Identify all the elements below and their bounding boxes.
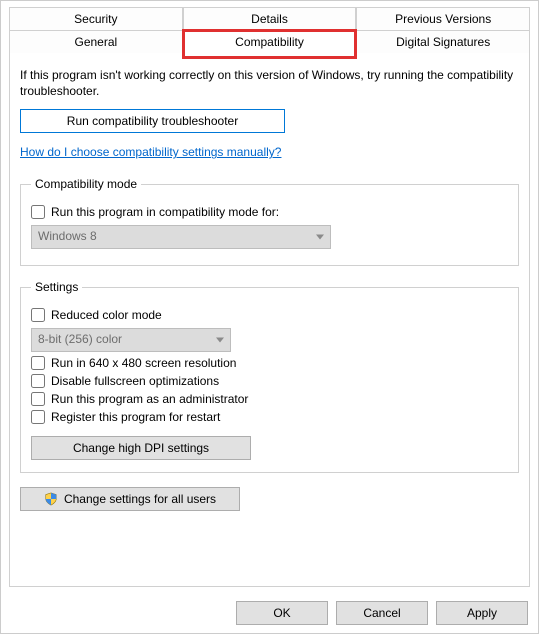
tab-general[interactable]: General	[9, 30, 183, 53]
compat-legend: Compatibility mode	[31, 177, 141, 191]
compat-os-value: Windows 8	[38, 229, 97, 243]
compatibility-mode-group: Compatibility mode Run this program in c…	[20, 177, 519, 266]
reduced-color-label: Reduced color mode	[51, 308, 162, 322]
cancel-button[interactable]: Cancel	[336, 601, 428, 625]
ok-button[interactable]: OK	[236, 601, 328, 625]
compatibility-panel: If this program isn't working correctly …	[9, 53, 530, 587]
run-640-checkbox[interactable]	[31, 356, 45, 370]
manual-settings-link[interactable]: How do I choose compatibility settings m…	[20, 145, 281, 159]
compat-mode-checkbox-row[interactable]: Run this program in compatibility mode f…	[31, 205, 508, 219]
tab-previous-versions[interactable]: Previous Versions	[356, 7, 530, 30]
run-troubleshooter-button[interactable]: Run compatibility troubleshooter	[20, 109, 285, 133]
disable-fullscreen-row[interactable]: Disable fullscreen optimizations	[31, 374, 508, 388]
run-admin-checkbox[interactable]	[31, 392, 45, 406]
reduced-color-row[interactable]: Reduced color mode	[31, 308, 508, 322]
dialog-footer: OK Cancel Apply	[11, 601, 528, 625]
register-restart-row[interactable]: Register this program for restart	[31, 410, 508, 424]
run-admin-label: Run this program as an administrator	[51, 392, 248, 406]
compat-mode-checkbox[interactable]	[31, 205, 45, 219]
disable-fullscreen-label: Disable fullscreen optimizations	[51, 374, 219, 388]
tab-compatibility[interactable]: Compatibility	[183, 30, 357, 53]
settings-legend: Settings	[31, 280, 82, 294]
shield-icon	[44, 492, 58, 506]
tab-strip: Security Details Previous Versions Gener…	[9, 7, 530, 53]
tab-details[interactable]: Details	[183, 7, 357, 30]
change-all-users-button[interactable]: Change settings for all users	[20, 487, 240, 511]
compat-os-select: Windows 8	[31, 225, 331, 249]
settings-group: Settings Reduced color mode 8-bit (256) …	[20, 280, 519, 473]
change-all-users-label: Change settings for all users	[64, 492, 216, 506]
change-dpi-button[interactable]: Change high DPI settings	[31, 436, 251, 460]
run-640-row[interactable]: Run in 640 x 480 screen resolution	[31, 356, 508, 370]
disable-fullscreen-checkbox[interactable]	[31, 374, 45, 388]
tab-label: Compatibility	[235, 35, 304, 49]
properties-dialog: Security Details Previous Versions Gener…	[0, 0, 539, 634]
run-admin-row[interactable]: Run this program as an administrator	[31, 392, 508, 406]
tab-security[interactable]: Security	[9, 7, 183, 30]
intro-text: If this program isn't working correctly …	[20, 67, 519, 99]
color-depth-value: 8-bit (256) color	[38, 332, 122, 346]
color-depth-select: 8-bit (256) color	[31, 328, 231, 352]
chevron-down-icon	[316, 235, 324, 240]
apply-button[interactable]: Apply	[436, 601, 528, 625]
run-640-label: Run in 640 x 480 screen resolution	[51, 356, 236, 370]
compat-mode-label: Run this program in compatibility mode f…	[51, 205, 279, 219]
reduced-color-checkbox[interactable]	[31, 308, 45, 322]
chevron-down-icon	[216, 338, 224, 343]
register-restart-checkbox[interactable]	[31, 410, 45, 424]
tab-digital-signatures[interactable]: Digital Signatures	[356, 30, 530, 53]
register-restart-label: Register this program for restart	[51, 410, 220, 424]
